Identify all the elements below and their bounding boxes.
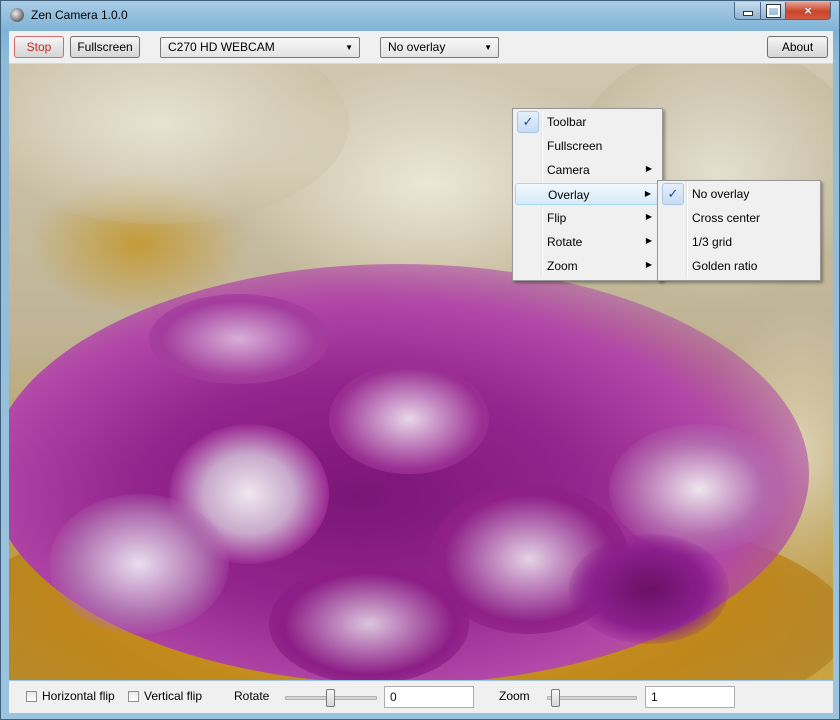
menu-item-fullscreen[interactable]: Fullscreen [515,135,660,157]
menu-item-no-overlay[interactable]: ✓ No overlay [660,183,818,205]
camera-select-value: C270 HD WEBCAM [168,40,275,54]
app-window: Zen Camera 1.0.0 × Stop Fullscreen C270 … [0,0,840,720]
zoom-input[interactable]: 1 [645,686,735,708]
minimize-button[interactable] [734,2,761,20]
submenu-arrow-icon: ▶ [645,236,652,245]
menu-item-camera[interactable]: Camera ▶ [515,159,660,181]
submenu-arrow-icon: ▶ [645,164,652,173]
menu-item-third-grid[interactable]: 1/3 grid [660,231,818,253]
stop-button[interactable]: Stop [14,36,64,58]
submenu-arrow-icon: ▶ [644,189,651,198]
window-title: Zen Camera 1.0.0 [31,8,128,22]
submenu-arrow-icon: ▶ [645,212,652,221]
menu-item-label: No overlay [692,187,750,201]
vertical-flip-label[interactable]: Vertical flip [144,689,202,703]
title-bar[interactable]: Zen Camera 1.0.0 × [1,1,839,29]
menu-item-label: Toolbar [547,115,587,129]
menu-item-rotate[interactable]: Rotate ▶ [515,231,660,253]
chevron-down-icon: ▼ [345,43,353,52]
orchid-petal [49,494,229,634]
maximize-button[interactable] [760,2,786,20]
close-button[interactable]: × [785,2,831,20]
rotate-slider-thumb[interactable] [326,689,335,707]
overlay-submenu: ✓ No overlay Cross center 1/3 grid Golde… [657,180,821,281]
orchid-petal [569,534,729,644]
lace-fabric [9,64,349,224]
about-button[interactable]: About [767,36,828,58]
overlay-select[interactable]: No overlay ▼ [380,37,499,58]
toolbar: Stop Fullscreen C270 HD WEBCAM ▼ No over… [9,31,833,64]
zoom-label: Zoom [499,689,530,703]
menu-item-toolbar[interactable]: ✓ Toolbar [515,111,660,133]
rotate-input[interactable]: 0 [384,686,474,708]
menu-item-golden-ratio[interactable]: Golden ratio [660,255,818,277]
orchid-petal [329,364,489,474]
submenu-arrow-icon: ▶ [645,260,652,269]
zoom-slider[interactable] [547,689,637,707]
menu-item-label: Flip [547,211,567,225]
minimize-icon [742,11,753,16]
menu-item-cross-center[interactable]: Cross center [660,207,818,229]
zoom-slider-thumb[interactable] [551,689,560,707]
camera-app-icon [10,8,24,22]
camera-select[interactable]: C270 HD WEBCAM ▼ [160,37,360,58]
overlay-select-value: No overlay [388,40,446,54]
fullscreen-button[interactable]: Fullscreen [70,36,140,58]
maximize-icon [766,4,780,17]
menu-item-overlay[interactable]: Overlay ▶ [515,183,660,205]
context-menu: ✓ Toolbar Fullscreen Camera ▶ Overlay ▶ … [512,108,663,281]
menu-item-label: 1/3 grid [692,235,733,249]
orchid-petal [149,294,329,384]
camera-view[interactable] [9,64,833,680]
chevron-down-icon: ▼ [484,43,492,52]
menu-item-label: Zoom [547,259,578,273]
menu-item-label: Golden ratio [692,259,758,273]
menu-item-label: Fullscreen [547,139,603,153]
menu-item-zoom[interactable]: Zoom ▶ [515,255,660,277]
orchid-petal [269,564,469,680]
horizontal-flip-checkbox[interactable] [26,691,37,702]
menu-item-label: Overlay [548,188,590,202]
close-icon: × [804,3,812,18]
check-icon: ✓ [517,111,539,133]
horizontal-flip-label[interactable]: Horizontal flip [42,689,115,703]
menu-item-label: Rotate [547,235,583,249]
bottom-controls: Horizontal flip Vertical flip Rotate 0 Z… [9,681,833,713]
menu-item-flip[interactable]: Flip ▶ [515,207,660,229]
vertical-flip-checkbox[interactable] [128,691,139,702]
rotate-label: Rotate [234,689,270,703]
check-icon: ✓ [662,183,684,205]
menu-item-label: Camera [547,163,590,177]
rotate-slider[interactable] [285,689,377,707]
menu-item-label: Cross center [692,211,761,225]
